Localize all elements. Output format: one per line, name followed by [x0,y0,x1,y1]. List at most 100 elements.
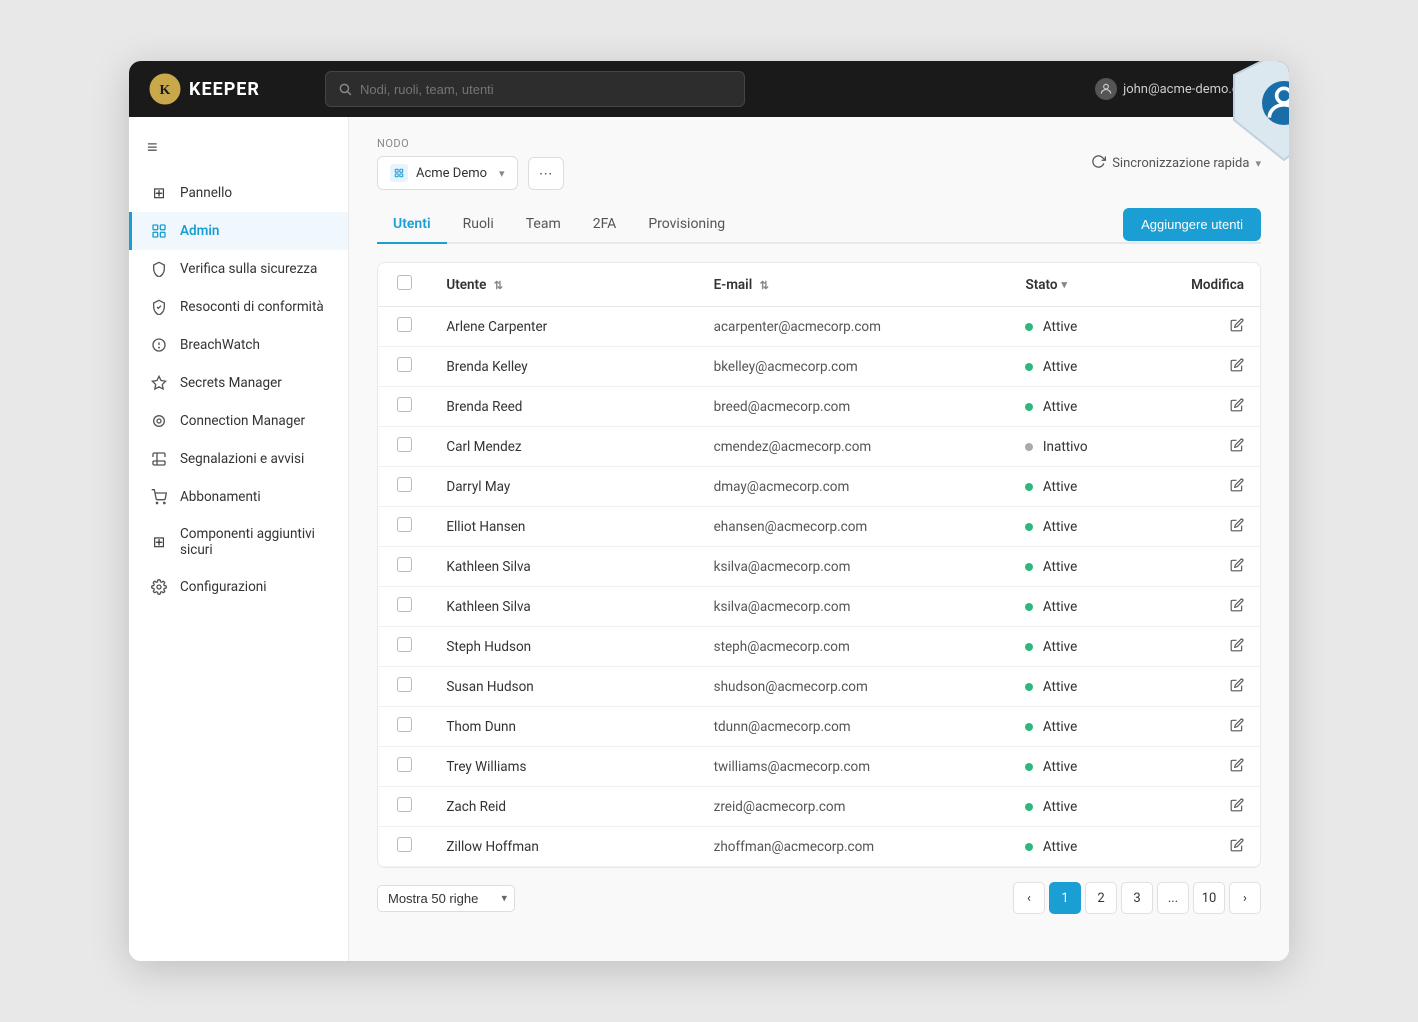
cell-edit-4[interactable] [1165,467,1260,507]
sync-button[interactable]: Sincronizzazione rapida ▾ [1091,154,1261,173]
page-btn-dots: ... [1157,882,1189,914]
add-user-button[interactable]: Aggiungere utenti [1123,208,1261,241]
row-checkbox-3[interactable] [397,437,412,452]
cell-status-2: Attive [1009,387,1165,427]
row-checkbox-0[interactable] [397,317,412,332]
next-page-button[interactable]: › [1229,882,1261,914]
cell-edit-13[interactable] [1165,827,1260,867]
cell-edit-6[interactable] [1165,547,1260,587]
tabs-bar: Utenti Ruoli Team 2FA Provisioning Aggiu… [377,206,1261,244]
row-checkbox-1[interactable] [397,357,412,372]
tab-ruoli[interactable]: Ruoli [447,206,510,244]
tab-utenti[interactable]: Utenti [377,206,447,244]
row-checkbox-6[interactable] [397,557,412,572]
row-checkbox-4[interactable] [397,477,412,492]
cell-edit-1[interactable] [1165,347,1260,387]
cell-edit-10[interactable] [1165,707,1260,747]
select-all-checkbox[interactable] [397,275,412,290]
sync-chevron: ▾ [1255,157,1261,170]
search-bar[interactable] [325,71,745,107]
logo: K KEEPER [149,73,309,105]
cell-status-4: Attive [1009,467,1165,507]
sidebar: ≡ ⊞ Pannello Admin [129,117,349,961]
row-checkbox-7[interactable] [397,597,412,612]
page-btn-1[interactable]: 1 [1049,882,1081,914]
cell-email-5: ehansen@acmecorp.com [698,507,1010,547]
table-row: Arlene Carpenter acarpenter@acmecorp.com… [378,307,1260,347]
tab-2fa[interactable]: 2FA [577,206,633,244]
page-btn-2[interactable]: 2 [1085,882,1117,914]
row-checkbox-9[interactable] [397,677,412,692]
rows-per-page-select[interactable]: Mostra 50 righe Mostra 25 righe Mostra 1… [377,885,515,912]
cell-name-3: Carl Mendez [430,427,697,467]
sidebar-item-admin[interactable]: Admin [129,212,348,250]
table-row: Trey Williams twilliams@acmecorp.com Att… [378,747,1260,787]
page-buttons: ‹ 1 2 3 ... 10 › [1013,882,1261,914]
cell-name-5: Elliot Hansen [430,507,697,547]
cell-status-10: Attive [1009,707,1165,747]
row-checkbox-8[interactable] [397,637,412,652]
node-selector: Acme Demo ▾ ⋯ [377,156,564,190]
cell-email-6: ksilva@acmecorp.com [698,547,1010,587]
row-checkbox-12[interactable] [397,797,412,812]
pannello-icon: ⊞ [150,184,168,202]
cell-edit-2[interactable] [1165,387,1260,427]
cell-email-9: shudson@acmecorp.com [698,667,1010,707]
cell-status-7: Attive [1009,587,1165,627]
cell-status-8: Attive [1009,627,1165,667]
table-row: Zillow Hoffman zhoffman@acmecorp.com Att… [378,827,1260,867]
page-btn-10[interactable]: 10 [1193,882,1225,914]
table-row: Steph Hudson steph@acmecorp.com Attive [378,627,1260,667]
sidebar-label-resoconti: Resoconti di conformità [180,299,324,315]
sidebar-item-configurazioni[interactable]: Configurazioni [129,568,348,606]
page-btn-3[interactable]: 3 [1121,882,1153,914]
sidebar-item-segnalazioni[interactable]: Segnalazioni e avvisi [129,440,348,478]
sidebar-item-secrets[interactable]: Secrets Manager [129,364,348,402]
col-header-user[interactable]: Utente ⇅ [430,263,697,307]
cell-edit-11[interactable] [1165,747,1260,787]
row-checkbox-11[interactable] [397,757,412,772]
cell-name-10: Thom Dunn [430,707,697,747]
sidebar-label-breachwatch: BreachWatch [180,337,260,353]
tab-team[interactable]: Team [510,206,577,244]
segnalazioni-icon [150,450,168,468]
col-header-email[interactable]: E-mail ⇅ [698,263,1010,307]
row-checkbox-13[interactable] [397,837,412,852]
search-icon [338,82,352,96]
cell-edit-7[interactable] [1165,587,1260,627]
node-dropdown[interactable]: Acme Demo ▾ [377,156,518,190]
node-more-button[interactable]: ⋯ [528,157,564,190]
sidebar-item-pannello[interactable]: ⊞ Pannello [129,174,348,212]
cell-edit-5[interactable] [1165,507,1260,547]
cell-edit-8[interactable] [1165,627,1260,667]
col-header-status[interactable]: Stato ▾ [1009,263,1165,307]
cell-edit-12[interactable] [1165,787,1260,827]
cell-name-1: Brenda Kelley [430,347,697,387]
row-checkbox-2[interactable] [397,397,412,412]
tab-provisioning[interactable]: Provisioning [632,206,741,244]
sidebar-item-resoconti[interactable]: Resoconti di conformità [129,288,348,326]
sidebar-item-componenti[interactable]: ⊞ Componenti aggiuntivi sicuri [129,516,348,568]
secrets-icon [150,374,168,392]
sidebar-item-connection[interactable]: Connection Manager [129,402,348,440]
cell-email-1: bkelley@acmecorp.com [698,347,1010,387]
sidebar-item-abbonamenti[interactable]: Abbonamenti [129,478,348,516]
cell-status-9: Attive [1009,667,1165,707]
cell-edit-3[interactable] [1165,427,1260,467]
sidebar-label-admin: Admin [180,223,219,239]
user-info[interactable]: john@acme-demo.com ▾ [1095,78,1269,100]
table-row: Darryl May dmay@acmecorp.com Attive [378,467,1260,507]
cell-status-13: Attive [1009,827,1165,867]
row-checkbox-5[interactable] [397,517,412,532]
sidebar-item-breachwatch[interactable]: BreachWatch [129,326,348,364]
prev-page-button[interactable]: ‹ [1013,882,1045,914]
row-checkbox-10[interactable] [397,717,412,732]
table-row: Carl Mendez cmendez@acmecorp.com Inattiv… [378,427,1260,467]
rows-select: Mostra 50 righe Mostra 25 righe Mostra 1… [377,885,515,912]
sidebar-item-verifica[interactable]: Verifica sulla sicurezza [129,250,348,288]
search-input[interactable] [360,82,732,97]
table-row: Brenda Reed breed@acmecorp.com Attive [378,387,1260,427]
hamburger-menu[interactable]: ≡ [129,129,348,174]
cell-edit-0[interactable] [1165,307,1260,347]
cell-edit-9[interactable] [1165,667,1260,707]
